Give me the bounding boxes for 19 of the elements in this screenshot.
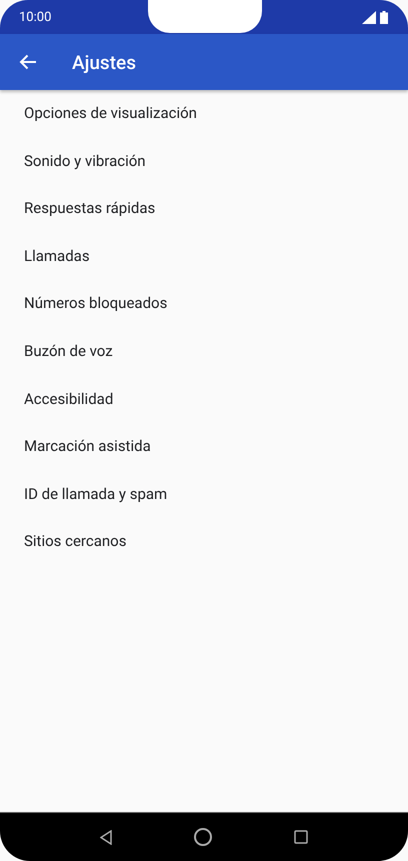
recents-icon[interactable] — [294, 830, 308, 844]
settings-item[interactable]: Opciones de visualización — [0, 90, 408, 138]
settings-item[interactable]: Marcación asistida — [0, 423, 408, 471]
settings-item[interactable]: Sitios cercanos — [0, 518, 408, 566]
signal-icon — [362, 10, 376, 24]
home-icon[interactable] — [192, 827, 213, 847]
status-time: 10:00 — [19, 10, 52, 24]
back-arrow-icon — [19, 54, 37, 70]
back-button[interactable] — [19, 54, 37, 70]
battery-icon — [380, 10, 388, 24]
settings-item[interactable]: Números bloqueados — [0, 280, 408, 328]
settings-item[interactable]: Llamadas — [0, 232, 408, 280]
settings-item[interactable]: Respuestas rápidas — [0, 185, 408, 233]
screen-title: Ajustes — [72, 50, 136, 74]
back-icon[interactable] — [100, 830, 112, 844]
settings-item[interactable]: Sonido y vibración — [0, 138, 408, 186]
settings-item[interactable]: Buzón de voz — [0, 328, 408, 376]
settings-item[interactable]: ID de llamada y spam — [0, 470, 408, 518]
settings-item[interactable]: Accesibilidad — [0, 376, 408, 424]
